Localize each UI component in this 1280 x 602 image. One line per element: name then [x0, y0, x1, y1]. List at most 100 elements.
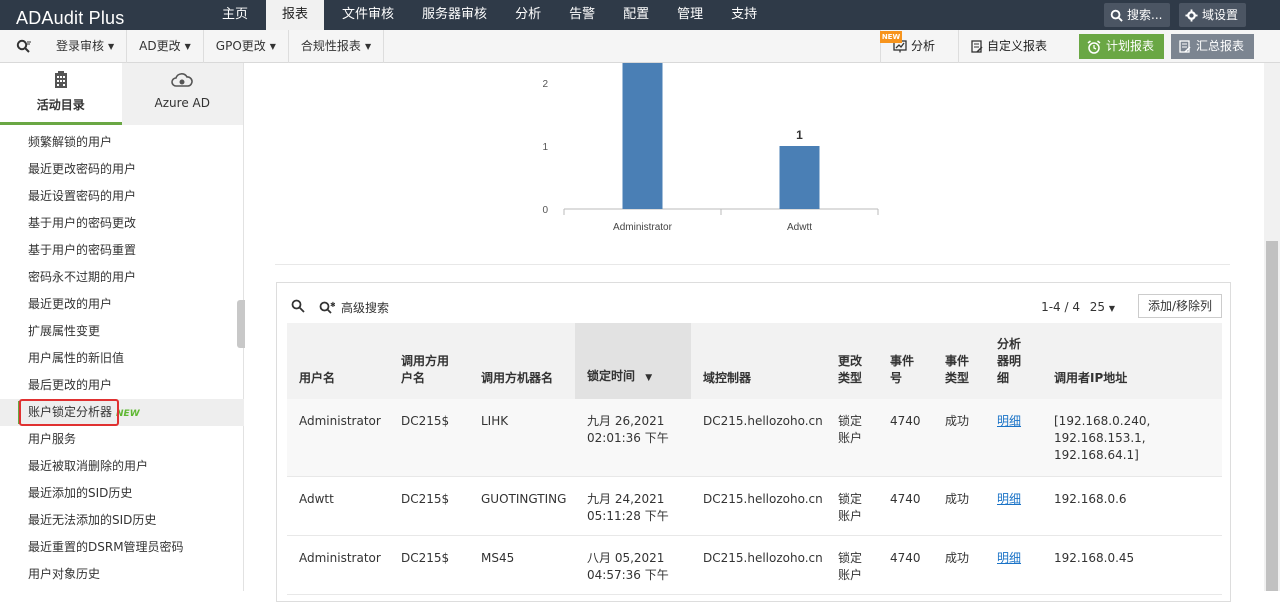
cell-change-type: 锁定账户 [826, 535, 878, 595]
cloud-icon [171, 73, 194, 87]
bar-adwtt[interactable] [779, 146, 820, 209]
detail-link[interactable]: 明细 [997, 414, 1021, 428]
col-header-event-type[interactable]: 事件类型 [933, 323, 985, 399]
custom-report-label: 自定义报表 [987, 39, 1048, 53]
bar-chart: 0 1 2 Administrator Adwtt 1 [542, 63, 879, 233]
cell-caller-ip: 192.168.0.45 [1042, 535, 1222, 595]
sidebar-item-recent-password-changed-users[interactable]: 最近更改密码的用户 [0, 156, 244, 183]
cell-lock-date: 九月 26,2021 [587, 414, 665, 428]
sidebar-item-recent-password-set-users[interactable]: 最近设置密码的用户 [0, 183, 244, 210]
nav-home[interactable]: 主页 [208, 0, 262, 30]
nav-admin[interactable]: 管理 [663, 0, 717, 30]
cell-detail: 明细 [985, 399, 1042, 477]
detail-link[interactable]: 明细 [997, 551, 1021, 565]
summary-report-label: 汇总报表 [1196, 39, 1245, 53]
tab-azure-ad[interactable]: Azure AD [121, 63, 243, 125]
custom-report-button[interactable]: 自定义报表 [958, 30, 1076, 63]
sidebar-item-password-never-expires[interactable]: 密码永不过期的用户 [0, 264, 244, 291]
document-icon [1179, 40, 1191, 53]
scrollbar-thumb[interactable] [1266, 241, 1278, 591]
col-header-caller-ip[interactable]: 调用者IP地址 [1042, 323, 1222, 399]
report-sidebar: 活动目录 Azure AD 频繁解锁的用户 最近更改密码的用户 最近设置密码的用… [0, 63, 244, 591]
sidebar-item-frequently-unlocked-users[interactable]: 频繁解锁的用户 [0, 129, 244, 156]
cell-detail: 明细 [985, 535, 1042, 595]
page-size-value: 25 [1089, 300, 1106, 314]
sidebar-item-recently-undeleted-users[interactable]: 最近被取消删除的用户 [0, 453, 244, 480]
cell-caller-machine: LIHK [469, 399, 575, 477]
menu-compliance-reports[interactable]: 合规性报表 ▼ [289, 30, 385, 63]
search-icon [1110, 9, 1123, 22]
menu-gpo-changes[interactable]: GPO更改 ▼ [204, 30, 289, 63]
cell-event-type: 成功 [933, 399, 985, 477]
nav-support[interactable]: 支持 [717, 0, 771, 30]
sidebar-item-recently-modified-users[interactable]: 最近更改的用户 [0, 291, 244, 318]
menu-compliance-reports-label: 合规性报表 [300, 39, 361, 53]
nav-server-audit[interactable]: 服务器审核 [408, 0, 501, 30]
add-remove-columns-button[interactable]: 添加/移除列 [1137, 294, 1222, 318]
cell-lock-clock: 05:11:28 下午 [587, 508, 669, 523]
new-badge: NEW [116, 409, 140, 419]
col-header-caller-username[interactable]: 调用方用户名 [389, 323, 469, 399]
nav-reports[interactable]: 报表 [266, 0, 325, 30]
table-row[interactable]: Administrator DC215$ LIHK 九月 26,2021 02:0… [287, 399, 1222, 477]
global-search-button[interactable]: 搜索... [1104, 3, 1171, 27]
main-nav: 主页 报表 文件审核 服务器审核 分析 告警 配置 管理 支持 [208, 0, 771, 30]
sidebar-item-recently-added-sid-history[interactable]: 最近添加的SID历史 [0, 480, 244, 507]
global-search-label: 搜索... [1127, 8, 1163, 22]
col-header-analyzer-detail[interactable]: 分析器明细 [985, 323, 1042, 399]
app-logo[interactable]: ADAudit Plus [16, 8, 124, 29]
analyze-new-badge: NEW [880, 31, 902, 43]
building-icon [54, 71, 67, 88]
summary-report-button[interactable]: 汇总报表 [1171, 34, 1255, 59]
nav-configuration[interactable]: 配置 [609, 0, 663, 30]
scheduled-report-button[interactable]: 计划报表 [1079, 34, 1165, 59]
table-row[interactable]: Administrator DC215$ MS45 八月 05,2021 04:5… [287, 535, 1222, 595]
report-category-menu: 登录审核 ▼ AD更改 ▼ GPO更改 ▼ 合规性报表 ▼ [44, 30, 385, 63]
cell-ip-line: 192.168.0.45 [1054, 550, 1135, 565]
col-header-event-id-label: 事件号 [890, 354, 915, 385]
tab-active-directory[interactable]: 活动目录 [0, 63, 122, 125]
cell-username: Administrator [287, 535, 389, 595]
cell-lock-date: 九月 24,2021 [587, 491, 665, 506]
table-row[interactable]: Adwtt DC215$ GUOTINGTING 九月 24,2021 05:11… [287, 476, 1222, 536]
col-header-change-type[interactable]: 更改类型 [826, 323, 878, 399]
bar-data-label: 1 [796, 128, 803, 142]
sidebar-item-user-services[interactable]: 用户服务 [0, 426, 244, 453]
cell-caller-ip: [192.168.0.240, 192.168.153.1, 192.168.64.… [1042, 399, 1222, 477]
advanced-search-button[interactable]: ✱ 高级搜索 [319, 299, 389, 316]
domain-settings-button[interactable]: 域设置 [1179, 3, 1247, 27]
report-search-icon[interactable] [16, 39, 32, 55]
table-header-row: 用户名 调用方用户名 调用方机器名 锁定时间 ▼ 域控制器 更改类型 事件号 事… [287, 323, 1222, 399]
cell-ip-line: 192.168.153.1, [1054, 431, 1146, 445]
col-header-event-type-label: 事件类型 [945, 354, 970, 385]
nav-file-audit[interactable]: 文件审核 [328, 0, 408, 30]
col-header-username[interactable]: 用户名 [287, 323, 389, 399]
nav-alerts[interactable]: 告警 [555, 0, 609, 30]
page-scrollbar[interactable] [1264, 63, 1280, 591]
col-header-lock-time[interactable]: 锁定时间 ▼ [575, 323, 691, 399]
sidebar-item-account-lockout-analyzer[interactable]: 账户锁定分析器 NEW [0, 399, 244, 426]
gear-icon [1185, 8, 1198, 22]
sidebar-item-user-attribute-old-new-values[interactable]: 用户属性的新旧值 [0, 345, 244, 372]
col-header-caller-machine[interactable]: 调用方机器名 [469, 323, 575, 399]
detail-link[interactable]: 明细 [997, 492, 1021, 506]
menu-logon-audit[interactable]: 登录审核 ▼ [44, 30, 128, 63]
sidebar-item-last-modified-users[interactable]: 最后更改的用户 [0, 372, 244, 399]
sidebar-item-failed-sid-history-additions[interactable]: 最近无法添加的SID历史 [0, 507, 244, 534]
sidebar-item-user-object-history[interactable]: 用户对象历史 [0, 561, 244, 588]
table-search-icon[interactable] [291, 299, 305, 313]
col-header-event-id[interactable]: 事件号 [878, 323, 933, 399]
report-content: 0 1 2 Administrator Adwtt 1 ✱ 高级搜索 1-4 / 4 25… [245, 63, 1264, 602]
cell-ip-line: 192.168.64.1] [1054, 448, 1139, 462]
bar-administrator[interactable] [622, 63, 663, 209]
menu-ad-changes[interactable]: AD更改 ▼ [127, 30, 204, 63]
sidebar-item-recent-dsrm-password-resets[interactable]: 最近重置的DSRM管理员密码 [0, 534, 244, 561]
sidebar-item-user-password-resets[interactable]: 基于用户的密码重置 [0, 237, 244, 264]
sidebar-collapse-handle[interactable] [237, 300, 245, 348]
highlight-annotation [19, 399, 119, 426]
col-header-domain-controller[interactable]: 域控制器 [691, 323, 826, 399]
page-size-select[interactable]: 25 ▼ [1090, 300, 1115, 314]
sidebar-item-user-password-changes[interactable]: 基于用户的密码更改 [0, 210, 244, 237]
nav-analytics[interactable]: 分析 [501, 0, 555, 30]
sidebar-item-extended-attribute-changes[interactable]: 扩展属性变更 [0, 318, 244, 345]
